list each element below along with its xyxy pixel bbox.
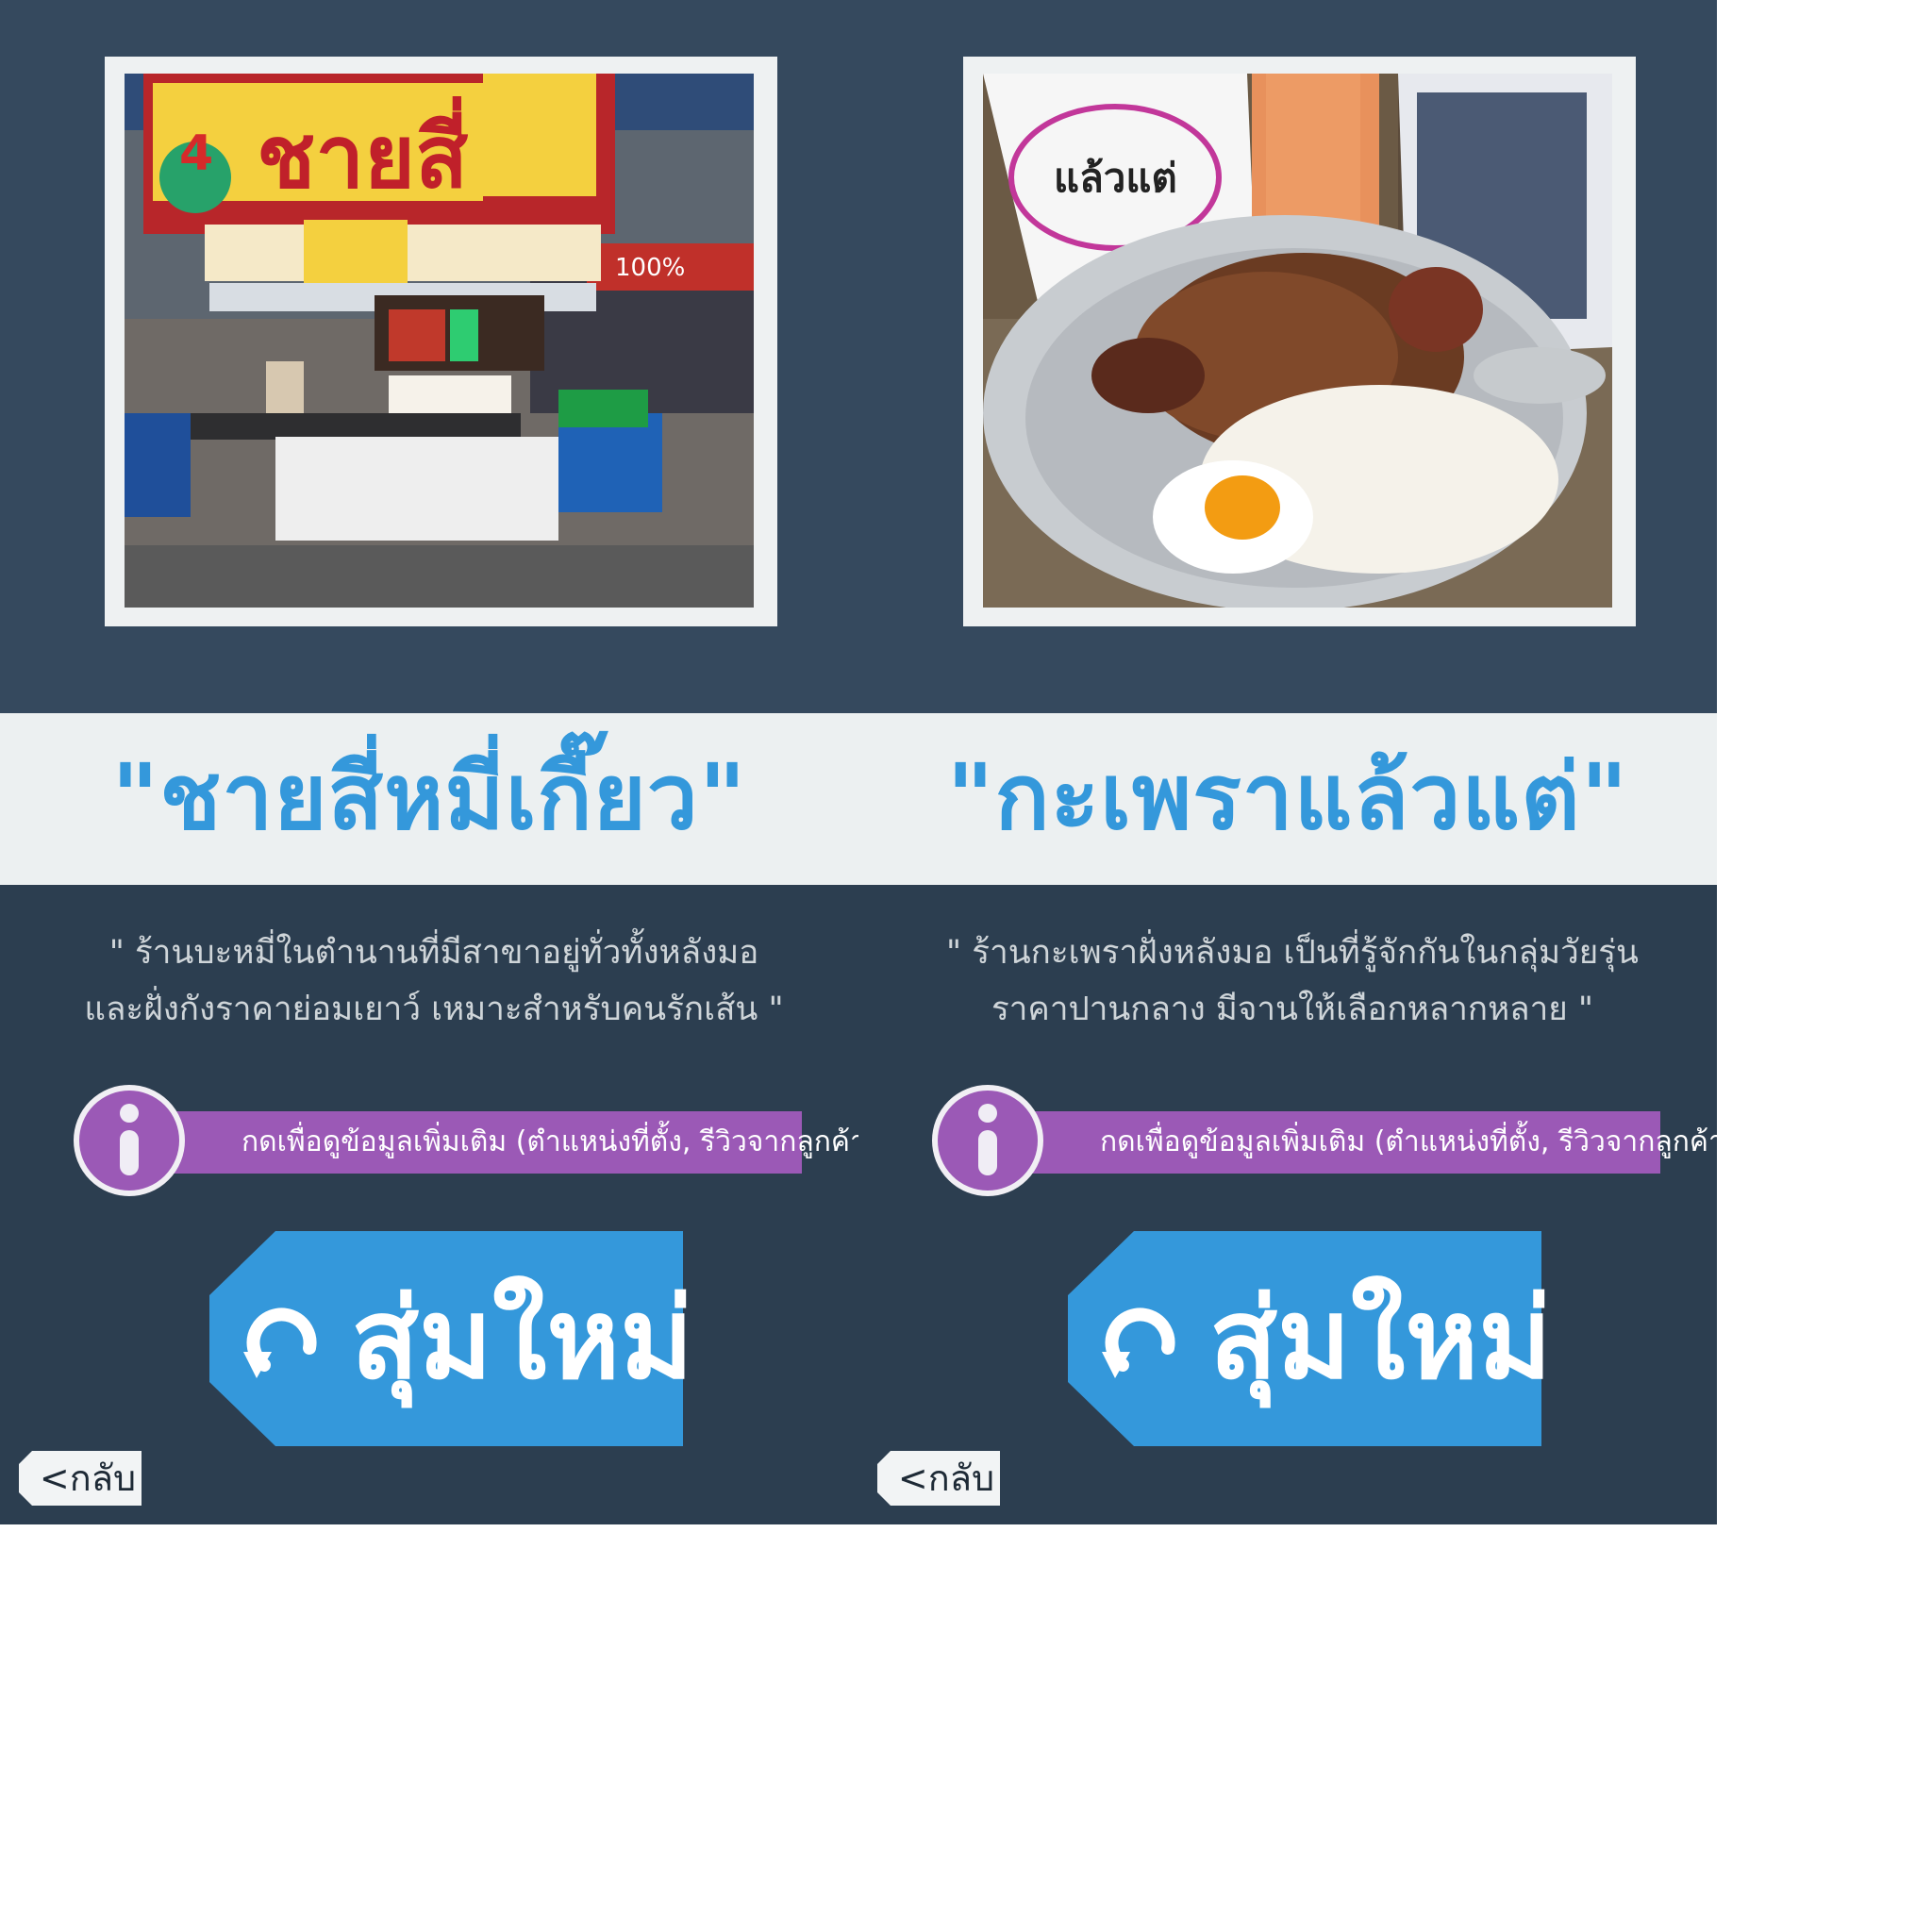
shop-photo-basil-rice: แล้วแต่ [983,74,1612,608]
random-again-button[interactable]: สุ่มใหม่ [209,1231,693,1446]
restaurant-random-app: 100% 4 ชายสี่ "ชายสี่หมี่เกี๊ยว" " ร้านบ… [0,0,1736,1524]
logo-text: แล้วแต่ [1054,155,1177,201]
info-dot [120,1104,139,1123]
refresh-icon [1102,1307,1175,1378]
random-again-button[interactable]: สุ่มใหม่ [1068,1231,1552,1446]
shop-description: " ร้านกะเพราฝั่งหลังมอ เป็นที่รู้จักกันใ… [915,924,1670,1038]
more-info-label: กดเพื่อดูข้อมูลเพิ่มเติม (ตำแหน่งที่ตั้ง… [157,1111,877,1174]
shop-title: "กะเพราแล้วแต่" [946,744,1629,850]
info-stem [978,1130,997,1175]
more-info-label: กดเพื่อดูข้อมูลเพิ่มเติม (ตำแหน่งที่ตั้ง… [1015,1111,1736,1174]
info-icon [74,1085,185,1196]
info-icon [932,1085,1043,1196]
back-label: <กลับ [39,1457,137,1499]
shop-photo-noodle-stall: 100% 4 ชายสี่ [125,74,754,608]
back-button[interactable]: <กลับ [19,1451,142,1506]
description-line: " ร้านบะหมี่ในตำนานที่มีสาขาอยู่ทั่วทั้ง… [108,934,759,972]
description-line: และฝั่งกังราคาย่อมเยาว์ เหมาะสำหรับคนรัก… [84,991,784,1028]
shop-description: " ร้านบะหมี่ในตำนานที่มีสาขาอยู่ทั่วทั้ง… [57,924,811,1038]
refresh-icon [243,1307,317,1378]
restaurant-card-right: แล้วแต่ "กะเพราแล้วแต่" " ร้านกะเพราฝั่ง… [858,0,1736,1524]
back-button[interactable]: <กลับ [877,1451,1000,1506]
random-again-label: สุ่มใหม่ [1209,1274,1552,1404]
photo-frame: 100% 4 ชายสี่ [105,57,777,626]
back-label: <กลับ [897,1457,995,1499]
banner-text: 100% [615,254,685,282]
description-line: " ร้านกะเพราฝั่งหลังมอ เป็นที่รู้จักกันใ… [946,934,1639,972]
more-info-button[interactable]: กดเพื่อดูข้อมูลเพิ่มเติม (ตำแหน่งที่ตั้ง… [932,1085,1736,1196]
info-dot [978,1104,997,1123]
info-glyph [971,1104,1005,1179]
description-line: ราคาปานกลาง มีจานให้เลือกหลากหลาย " [991,991,1594,1028]
more-info-button[interactable]: กดเพื่อดูข้อมูลเพิ่มเติม (ตำแหน่งที่ตั้ง… [74,1085,877,1196]
info-stem [120,1130,139,1175]
shop-title: "ชายสี่หมี่เกี๊ยว" [111,744,747,850]
sign-number: 4 [179,125,213,182]
sign-text: ชายสี่ [257,95,469,208]
restaurant-card-left: 100% 4 ชายสี่ "ชายสี่หมี่เกี๊ยว" " ร้านบ… [0,0,877,1524]
info-glyph [112,1104,146,1179]
random-again-label: สุ่มใหม่ [351,1274,693,1404]
photo-frame: แล้วแต่ [963,57,1636,626]
